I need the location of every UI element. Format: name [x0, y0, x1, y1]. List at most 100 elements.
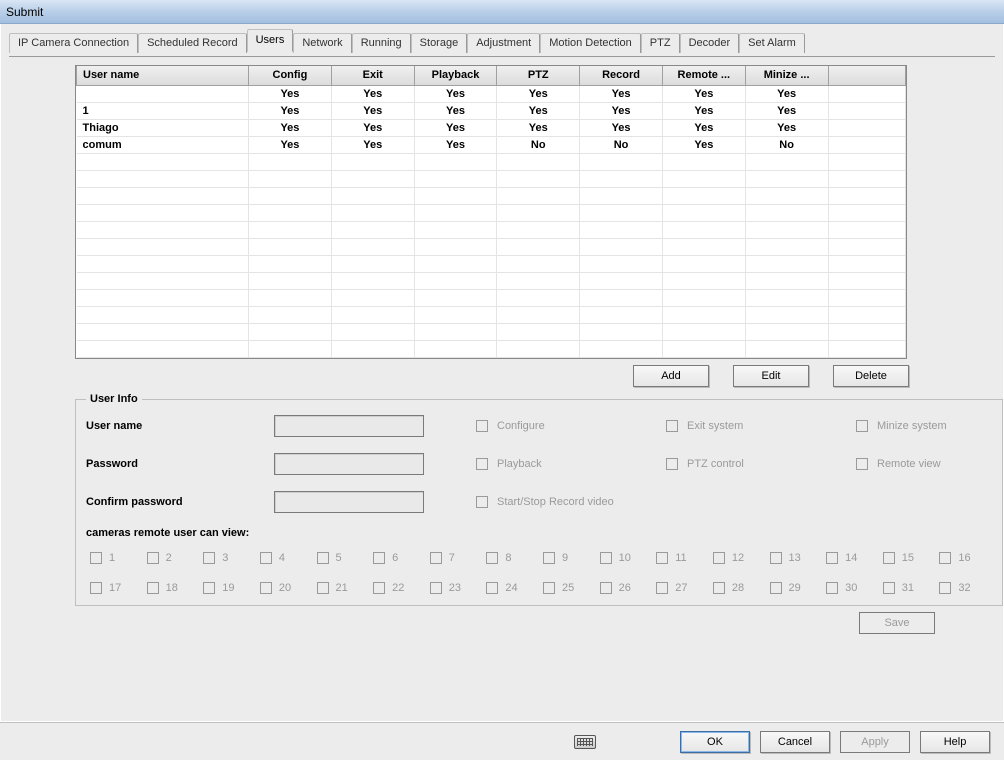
col-remote-[interactable]: Remote ... — [662, 66, 745, 85]
tab-network[interactable]: Network — [293, 33, 351, 53]
camera-32-checkbox[interactable] — [939, 582, 951, 594]
camera-13-checkbox[interactable] — [770, 552, 782, 564]
table-row[interactable]: ThiagoYesYesYesYesYesYesYes — [77, 119, 906, 136]
perm-playback-checkbox[interactable] — [476, 458, 488, 470]
camera-checkbox-5[interactable]: 5 — [313, 549, 370, 567]
tab-users[interactable]: Users — [247, 29, 294, 52]
camera-14-checkbox[interactable] — [826, 552, 838, 564]
table-row[interactable]: YesYesYesYesYesYesYes — [77, 85, 906, 102]
camera-checkbox-12[interactable]: 12 — [709, 549, 766, 567]
camera-26-checkbox[interactable] — [600, 582, 612, 594]
tab-motion-detection[interactable]: Motion Detection — [540, 33, 641, 53]
table-row[interactable]: comumYesYesYesNoNoYesNo — [77, 136, 906, 153]
camera-checkbox-9[interactable]: 9 — [539, 549, 596, 567]
camera-checkbox-24[interactable]: 24 — [482, 579, 539, 597]
camera-4-checkbox[interactable] — [260, 552, 272, 564]
apply-button[interactable]: Apply — [840, 731, 910, 753]
camera-19-checkbox[interactable] — [203, 582, 215, 594]
perm-configure[interactable]: Configure — [472, 417, 612, 435]
camera-checkbox-21[interactable]: 21 — [313, 579, 370, 597]
camera-checkbox-11[interactable]: 11 — [652, 549, 709, 567]
perm-configure-checkbox[interactable] — [476, 420, 488, 432]
camera-checkbox-28[interactable]: 28 — [709, 579, 766, 597]
password-input[interactable] — [274, 453, 424, 475]
camera-checkbox-8[interactable]: 8 — [482, 549, 539, 567]
camera-checkbox-16[interactable]: 16 — [935, 549, 992, 567]
tab-storage[interactable]: Storage — [411, 33, 468, 53]
camera-checkbox-29[interactable]: 29 — [766, 579, 823, 597]
cancel-button[interactable]: Cancel — [760, 731, 830, 753]
perm-ptz-checkbox[interactable] — [666, 458, 678, 470]
add-button[interactable]: Add — [633, 365, 709, 387]
camera-18-checkbox[interactable] — [147, 582, 159, 594]
tab-ptz[interactable]: PTZ — [641, 33, 680, 53]
camera-3-checkbox[interactable] — [203, 552, 215, 564]
camera-checkbox-20[interactable]: 20 — [256, 579, 313, 597]
ok-button[interactable]: OK — [680, 731, 750, 753]
camera-checkbox-17[interactable]: 17 — [86, 579, 143, 597]
users-table[interactable]: User nameConfigExitPlaybackPTZRecordRemo… — [76, 66, 906, 358]
camera-10-checkbox[interactable] — [600, 552, 612, 564]
tab-adjustment[interactable]: Adjustment — [467, 33, 540, 53]
username-input[interactable] — [274, 415, 424, 437]
camera-12-checkbox[interactable] — [713, 552, 725, 564]
camera-checkbox-22[interactable]: 22 — [369, 579, 426, 597]
camera-checkbox-18[interactable]: 18 — [143, 579, 200, 597]
camera-checkbox-26[interactable]: 26 — [596, 579, 653, 597]
col-exit[interactable]: Exit — [331, 66, 414, 85]
camera-checkbox-30[interactable]: 30 — [822, 579, 879, 597]
perm-remote[interactable]: Remote view — [852, 455, 992, 473]
perm-remote-checkbox[interactable] — [856, 458, 868, 470]
camera-checkbox-1[interactable]: 1 — [86, 549, 143, 567]
camera-2-checkbox[interactable] — [147, 552, 159, 564]
tab-scheduled-record[interactable]: Scheduled Record — [138, 33, 247, 53]
edit-button[interactable]: Edit — [733, 365, 809, 387]
camera-27-checkbox[interactable] — [656, 582, 668, 594]
camera-7-checkbox[interactable] — [430, 552, 442, 564]
perm-record[interactable]: Start/Stop Record video — [472, 493, 732, 511]
camera-checkbox-6[interactable]: 6 — [369, 549, 426, 567]
col-record[interactable]: Record — [580, 66, 663, 85]
camera-checkbox-4[interactable]: 4 — [256, 549, 313, 567]
help-button[interactable]: Help — [920, 731, 990, 753]
perm-exit[interactable]: Exit system — [662, 417, 802, 435]
camera-checkbox-7[interactable]: 7 — [426, 549, 483, 567]
perm-ptz[interactable]: PTZ control — [662, 455, 802, 473]
camera-checkbox-27[interactable]: 27 — [652, 579, 709, 597]
camera-15-checkbox[interactable] — [883, 552, 895, 564]
camera-28-checkbox[interactable] — [713, 582, 725, 594]
camera-31-checkbox[interactable] — [883, 582, 895, 594]
camera-23-checkbox[interactable] — [430, 582, 442, 594]
camera-checkbox-10[interactable]: 10 — [596, 549, 653, 567]
perm-exit-checkbox[interactable] — [666, 420, 678, 432]
col-minize-[interactable]: Minize ... — [745, 66, 828, 85]
col-config[interactable]: Config — [249, 66, 332, 85]
camera-6-checkbox[interactable] — [373, 552, 385, 564]
tab-set-alarm[interactable]: Set Alarm — [739, 33, 805, 53]
camera-21-checkbox[interactable] — [317, 582, 329, 594]
camera-checkbox-23[interactable]: 23 — [426, 579, 483, 597]
camera-30-checkbox[interactable] — [826, 582, 838, 594]
camera-5-checkbox[interactable] — [317, 552, 329, 564]
camera-checkbox-25[interactable]: 25 — [539, 579, 596, 597]
col-user-name[interactable]: User name — [77, 66, 249, 85]
camera-25-checkbox[interactable] — [543, 582, 555, 594]
save-button[interactable]: Save — [859, 612, 935, 634]
tab-ip-camera-connection[interactable]: IP Camera Connection — [9, 33, 138, 53]
camera-22-checkbox[interactable] — [373, 582, 385, 594]
camera-checkbox-31[interactable]: 31 — [879, 579, 936, 597]
perm-playback[interactable]: Playback — [472, 455, 612, 473]
camera-checkbox-14[interactable]: 14 — [822, 549, 879, 567]
table-row[interactable]: 1YesYesYesYesYesYesYes — [77, 102, 906, 119]
perm-minimize[interactable]: Minize system — [852, 417, 992, 435]
perm-minimize-checkbox[interactable] — [856, 420, 868, 432]
camera-29-checkbox[interactable] — [770, 582, 782, 594]
col-ptz[interactable]: PTZ — [497, 66, 580, 85]
camera-checkbox-15[interactable]: 15 — [879, 549, 936, 567]
delete-button[interactable]: Delete — [833, 365, 909, 387]
col-playback[interactable]: Playback — [414, 66, 497, 85]
camera-8-checkbox[interactable] — [486, 552, 498, 564]
camera-16-checkbox[interactable] — [939, 552, 951, 564]
camera-24-checkbox[interactable] — [486, 582, 498, 594]
perm-record-checkbox[interactable] — [476, 496, 488, 508]
